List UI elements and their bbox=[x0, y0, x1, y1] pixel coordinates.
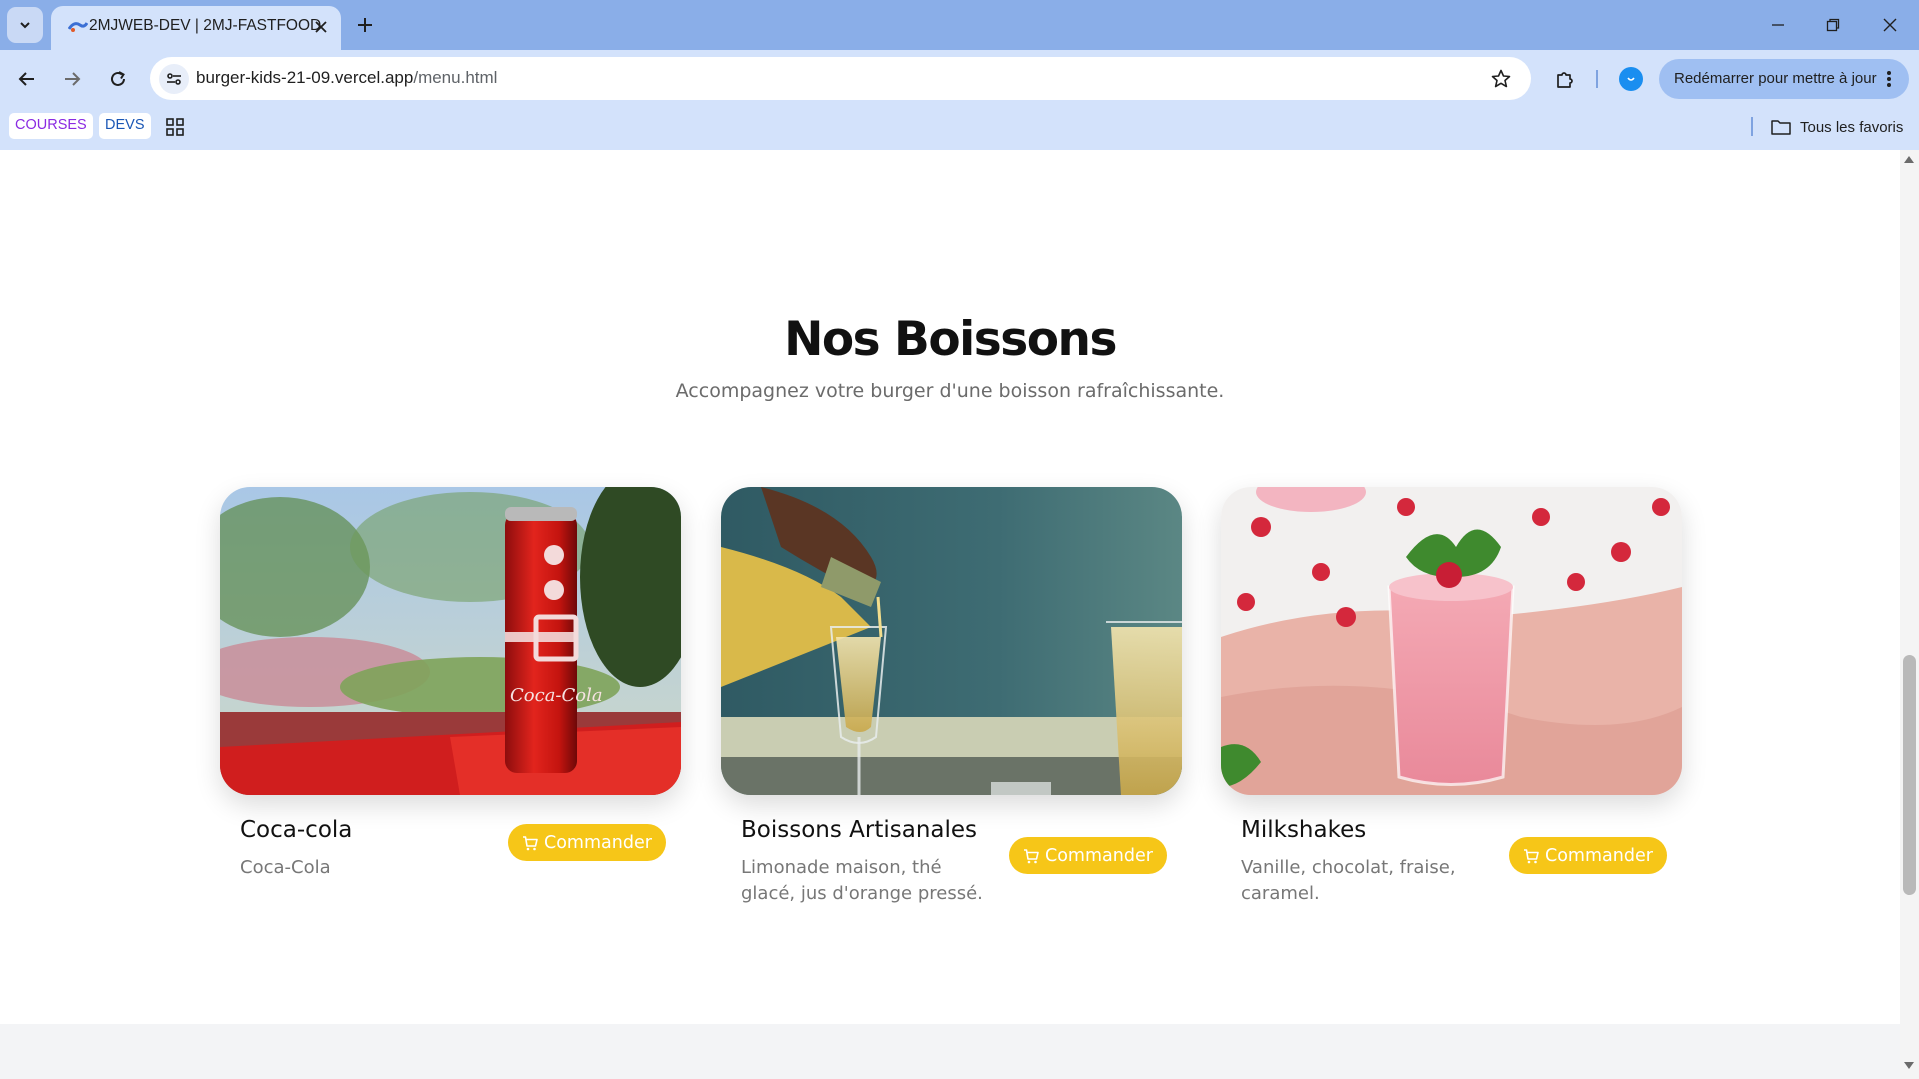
bookmark-devs[interactable]: DEVS bbox=[99, 113, 151, 139]
order-button-label: Commander bbox=[1545, 845, 1653, 866]
star-icon bbox=[1491, 69, 1511, 88]
forward-button[interactable] bbox=[57, 64, 87, 94]
bookmark-star-button[interactable] bbox=[1489, 67, 1513, 91]
close-icon bbox=[1883, 18, 1897, 32]
reload-icon bbox=[111, 71, 125, 86]
arrow-right-icon bbox=[65, 72, 81, 86]
milkshake-image bbox=[1221, 487, 1682, 795]
product-card: Milkshakes Vanille, chocolat, fraise, ca… bbox=[1221, 487, 1682, 967]
url-path: /menu.html bbox=[413, 68, 498, 87]
back-button[interactable] bbox=[12, 64, 42, 94]
update-restart-label: Redémarrer pour mettre à jour bbox=[1674, 70, 1877, 87]
section-subtitle: Accompagnez votre burger d'une boisson r… bbox=[675, 380, 1225, 402]
apps-grid-icon bbox=[166, 118, 184, 136]
update-restart-button[interactable]: Redémarrer pour mettre à jour bbox=[1659, 59, 1909, 99]
svg-text:Coca-Cola: Coca-Cola bbox=[510, 685, 603, 706]
tab-close-button[interactable] bbox=[311, 17, 331, 37]
chevron-down-icon bbox=[20, 22, 30, 29]
tune-icon bbox=[167, 73, 181, 85]
product-description: Coca-Cola bbox=[240, 857, 331, 878]
extensions-button[interactable] bbox=[1550, 64, 1580, 94]
product-name: Coca-cola bbox=[240, 817, 353, 843]
all-bookmarks-button[interactable]: Tous les favoris bbox=[1771, 115, 1903, 139]
folder-icon bbox=[1771, 120, 1791, 135]
tab-strip: 2MJWEB-DEV | 2MJ-FASTFOOD bbox=[0, 0, 1919, 50]
browser-menu-button[interactable] bbox=[1879, 69, 1899, 89]
minimize-button[interactable] bbox=[1765, 12, 1791, 38]
address-bar[interactable]: burger-kids-21-09.vercel.app/menu.html bbox=[150, 57, 1531, 100]
bookmark-courses[interactable]: COURSES bbox=[9, 113, 93, 139]
all-bookmarks-label: Tous les favoris bbox=[1800, 118, 1904, 136]
puzzle-icon bbox=[1557, 72, 1573, 88]
tab-title: 2MJWEB-DEV | 2MJ-FASTFOOD bbox=[89, 17, 322, 34]
order-button-label: Commander bbox=[1045, 845, 1153, 866]
product-card: Boissons Artisanales Limonade maison, th… bbox=[721, 487, 1182, 967]
page-viewport: Nos Boissons Accompagnez votre burger d'… bbox=[0, 150, 1900, 1079]
site-favicon-icon bbox=[68, 22, 88, 32]
cart-icon bbox=[523, 835, 538, 850]
scroll-down-arrow-icon[interactable] bbox=[1904, 1062, 1914, 1069]
section-title: Nos Boissons bbox=[784, 312, 1117, 367]
url-domain: burger-kids-21-09.vercel.app bbox=[196, 68, 414, 87]
page-scrollbar[interactable] bbox=[1900, 150, 1919, 1079]
browser-toolbar: burger-kids-21-09.vercel.app/menu.html R… bbox=[0, 50, 1919, 108]
arrow-left-icon bbox=[18, 72, 34, 86]
cart-icon bbox=[1524, 848, 1539, 863]
apps-button[interactable] bbox=[164, 116, 186, 138]
new-tab-button[interactable] bbox=[353, 13, 377, 37]
tab-search-button[interactable] bbox=[7, 7, 43, 43]
scroll-up-arrow-icon[interactable] bbox=[1904, 156, 1914, 163]
product-card: Coca-Cola Coca-cola Coca-Cola Commander bbox=[220, 487, 681, 967]
order-button[interactable]: Commander bbox=[508, 824, 666, 861]
profile-icon bbox=[1627, 77, 1635, 81]
reload-button[interactable] bbox=[103, 64, 133, 94]
more-vertical-icon bbox=[1887, 71, 1891, 87]
coca-cola-image: Coca-Cola bbox=[220, 487, 681, 795]
product-description: Limonade maison, thé glacé, jus d'orange… bbox=[741, 857, 983, 904]
cart-icon bbox=[1024, 848, 1039, 863]
site-info-button[interactable] bbox=[159, 64, 189, 94]
restore-icon bbox=[1826, 18, 1840, 32]
artisanal-drinks-image bbox=[721, 487, 1182, 795]
close-icon bbox=[315, 21, 327, 33]
bookmarks-divider bbox=[1751, 117, 1753, 136]
next-section-band bbox=[0, 1024, 1900, 1079]
toolbar-divider bbox=[1596, 70, 1598, 88]
close-window-button[interactable] bbox=[1877, 12, 1903, 38]
product-name: Milkshakes bbox=[1241, 817, 1367, 843]
order-button-label: Commander bbox=[544, 832, 652, 853]
active-tab[interactable]: 2MJWEB-DEV | 2MJ-FASTFOOD bbox=[51, 6, 341, 50]
profile-avatar[interactable] bbox=[1619, 67, 1643, 91]
minimize-icon bbox=[1772, 24, 1784, 26]
product-description: Vanille, chocolat, fraise, caramel. bbox=[1241, 857, 1456, 904]
bookmarks-bar: COURSES DEVS Tous les favoris bbox=[0, 108, 1919, 150]
plus-icon bbox=[358, 18, 372, 32]
order-button[interactable]: Commander bbox=[1509, 837, 1667, 874]
order-button[interactable]: Commander bbox=[1009, 837, 1167, 874]
product-name: Boissons Artisanales bbox=[741, 817, 978, 843]
scroll-thumb[interactable] bbox=[1903, 655, 1916, 895]
url-text[interactable]: burger-kids-21-09.vercel.app/menu.html bbox=[196, 68, 497, 88]
restore-button[interactable] bbox=[1820, 12, 1846, 38]
